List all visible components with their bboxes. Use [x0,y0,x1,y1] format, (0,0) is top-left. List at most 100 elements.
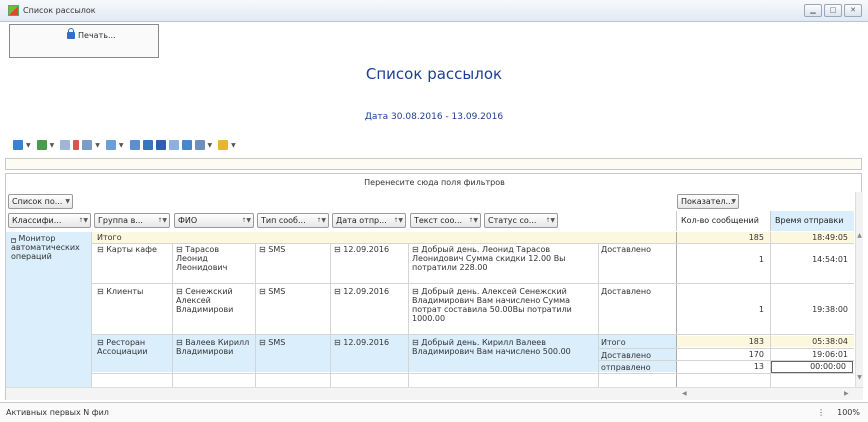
grid-divider [255,243,256,387]
sort-filter-icon: ↑▼ [393,217,403,224]
row3-count-sent: 13 [753,362,764,371]
column-field-button[interactable]: Список по... ▼ [8,194,73,209]
row3-type-text: SMS [268,338,286,347]
category-label: − Монитор автоматических операций [11,234,89,261]
report-title: Список рассылок [365,65,503,83]
row1-group: ⊟ Карты кафе [97,245,157,254]
zoom-value: 100% [837,408,860,417]
grid-divider [676,232,677,387]
chart-icon[interactable] [155,140,166,150]
pivot-grid: Перенесите сюда поля фильтров Список по.… [5,173,863,400]
row3-fio: ⊟ Валеев Кирилл Владимирови [176,338,250,356]
window-title: Список рассылок [23,6,96,15]
row-field-label: Текст соо... [414,216,463,225]
maximize-icon[interactable]: □ [824,4,842,17]
row3-text: ⊟ Добрый день. Кирилл Валеев Владимирови… [412,338,571,356]
scroll-up-icon[interactable]: ▲ [856,232,863,239]
pivot-toolbar: ▼ ▼ ▼ ▼ ▼ ▼ [13,138,239,152]
chevron-down-icon[interactable]: ▼ [231,142,236,149]
row2-count: 1 [758,305,764,314]
filter-drop-zone[interactable]: Перенесите сюда поля фильтров [6,178,863,187]
layout-icon[interactable] [60,140,71,150]
row1-count: 1 [758,255,764,264]
row-field-classifier[interactable]: Классифи... ↑▼ [8,213,91,228]
row3-fio-text: Валеев Кирилл Владимирови [176,338,250,356]
table-icon[interactable] [142,140,153,150]
row-field-status[interactable]: Статус со... ↑▼ [484,213,558,228]
row1-fio: ⊟ Тарасов Леонид Леонидович [176,245,228,272]
grid-divider [91,232,92,387]
row-field-type[interactable]: Тип сооб... ↑▼ [257,213,329,228]
filter-input-bar[interactable] [5,158,862,170]
print-button[interactable]: Печать... [9,24,159,58]
calendar-icon[interactable] [194,140,205,150]
sort-filter-icon: ↑▼ [468,217,478,224]
close-icon[interactable]: ✕ [844,4,862,17]
grid-divider [408,243,409,387]
chevron-down-icon[interactable]: ▼ [26,142,31,149]
chevron-down-icon: ▼ [731,198,736,205]
row2-date: ⊟ 12.09.2016 [334,287,390,296]
chevron-down-icon[interactable]: ▼ [95,142,100,149]
row3-date-text: 12.09.2016 [343,338,390,347]
row1-status: Доставлено [601,245,651,254]
row-field-label: Группа в... [98,216,143,225]
row1-type: ⊟ SMS [259,245,286,254]
collapse-icon[interactable]: − [11,238,16,243]
row1-text: ⊟ Добрый день. Леонид Тарасов Леонидович… [412,245,566,272]
row3-time-sent-selected[interactable]: 00:00:00 [771,361,853,373]
total-label: Итого [97,233,122,242]
grid-icon[interactable] [129,140,140,150]
row3-count-total: 183 [676,336,770,347]
header-message-count[interactable]: Кол-во сообщений [676,211,770,231]
header-send-time[interactable]: Время отправки [770,211,854,231]
column-field-label: Список по... [12,197,63,206]
export-icon[interactable] [13,140,23,150]
row-field-fio[interactable]: ФИО ↑▼ [174,213,254,228]
row2-date-text: 12.09.2016 [343,287,390,296]
window-titlebar: Список рассылок ▁ □ ✕ [0,0,868,22]
zoom-level[interactable]: ⋮ 100% [817,408,860,417]
app-icon [8,5,19,16]
row3-status-delivered: Доставлено [601,351,651,360]
print-icon [67,28,75,39]
row-field-date[interactable]: Дата отпр... ↑▼ [332,213,406,228]
pivot-icon[interactable] [181,140,192,150]
row-field-group[interactable]: Группа в... ↑▼ [94,213,170,228]
zoom-separator: ⋮ [817,408,826,417]
minimize-icon[interactable]: ▁ [804,4,822,17]
row1-date: ⊟ 12.09.2016 [334,245,390,254]
grid-divider [770,232,771,387]
list-icon[interactable] [168,140,179,150]
status-text: Активных первых N фил [6,408,109,417]
chevron-down-icon[interactable]: ▼ [208,142,213,149]
row3-group: ⊟ Ресторан Ассоциации [97,338,148,356]
row-field-label: Дата отпр... [336,216,387,225]
report-date: Дата 30.08.2016 - 13.09.2016 [364,112,504,122]
excel-icon[interactable] [36,140,47,150]
scroll-down-icon[interactable]: ▼ [856,374,863,381]
filter-icon[interactable] [73,140,80,150]
scroll-left-icon[interactable]: ◀ [682,390,687,397]
horizontal-scrollbar[interactable]: ◀ ▶ [6,387,863,400]
chevron-down-icon[interactable]: ▼ [50,142,55,149]
row2-fio: ⊟ Сенежский Алексей Владимирови [176,287,234,314]
data-field-button[interactable]: Показател... ▼ [677,194,739,209]
grid-divider [598,243,599,387]
grid-row-line [91,283,854,284]
row1-text-value: Добрый день. Леонид Тарасов Леонидович С… [412,245,566,272]
row2-text-value: Добрый день. Алексей Сенежский Владимиро… [412,287,572,323]
total-count: 185 [676,232,770,243]
row-field-text[interactable]: Текст соо... ↑▼ [410,213,481,228]
scroll-right-icon[interactable]: ▶ [844,390,849,397]
row2-time: 19:38:00 [812,305,848,314]
row3-type: ⊟ SMS [259,338,286,347]
grid-row-line [598,348,854,349]
row-field-label: Тип сооб... [261,216,306,225]
row1-group-text: Карты кафе [106,245,157,254]
vertical-scrollbar[interactable]: ▲ ▼ [855,192,863,388]
rows-icon[interactable] [105,140,116,150]
columns-icon[interactable] [82,140,93,150]
chevron-down-icon[interactable]: ▼ [119,142,124,149]
folder-icon[interactable] [218,140,229,150]
